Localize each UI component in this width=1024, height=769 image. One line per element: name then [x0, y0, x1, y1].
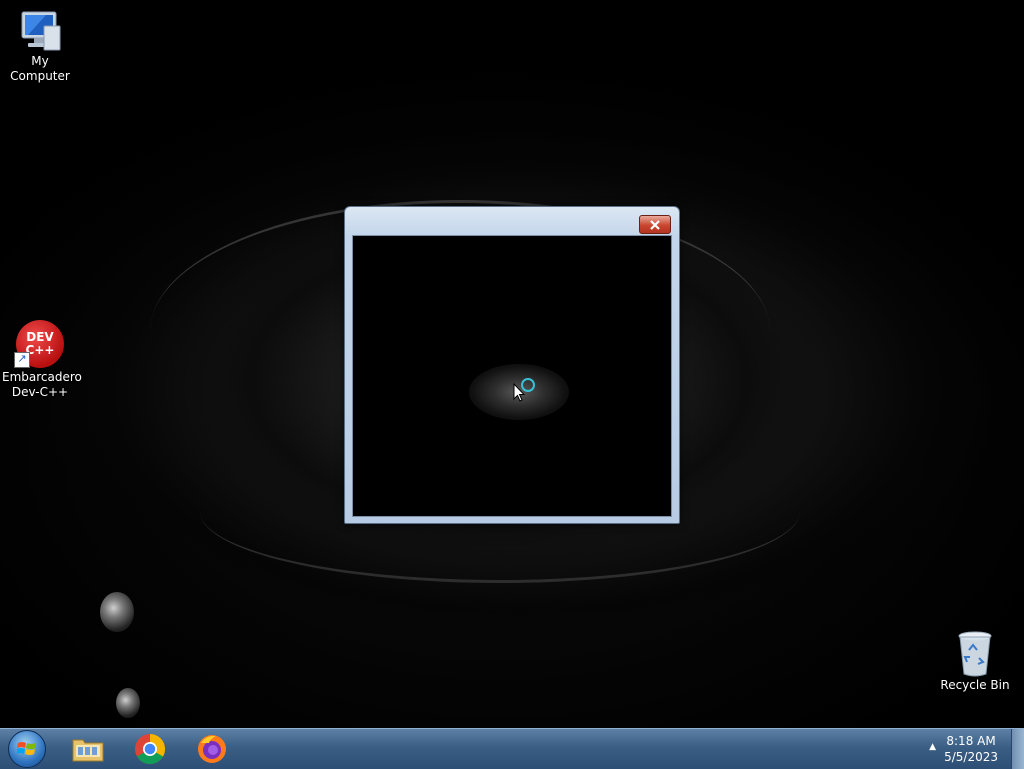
windows-start-icon: [8, 730, 46, 768]
taskbar-clock[interactable]: 8:18 AM 5/5/2023: [944, 733, 998, 765]
taskbar: ▲ 8:18 AM 5/5/2023: [0, 728, 1024, 769]
close-icon: [650, 219, 660, 230]
desktop-icon-devcpp[interactable]: DEV C++ ↗ Embarcadero Dev-C++: [0, 320, 82, 400]
taskbar-chrome[interactable]: [124, 731, 176, 767]
desktop-icon-recycle-bin[interactable]: Recycle Bin: [935, 630, 1015, 693]
desktop-icon-label: Embarcadero Dev-C++: [2, 370, 82, 399]
desktop-icon-my-computer[interactable]: My Computer: [0, 8, 80, 84]
taskbar-file-explorer[interactable]: [62, 731, 114, 767]
mouse-pointer-icon: [513, 383, 525, 402]
computer-icon: [21, 11, 61, 51]
folder-icon: [72, 739, 104, 762]
window-close-button[interactable]: [639, 215, 671, 234]
app-window[interactable]: [344, 206, 680, 524]
recycle-bin-icon: [958, 631, 992, 677]
firefox-icon: [198, 735, 226, 763]
devcpp-icon: DEV C++ ↗: [14, 320, 64, 368]
window-content: [352, 235, 672, 517]
show-desktop-button[interactable]: [1011, 729, 1024, 769]
shortcut-arrow-icon: ↗: [14, 352, 30, 368]
desktop-icon-label: My Computer: [10, 54, 70, 83]
clock-date: 5/5/2023: [944, 750, 998, 764]
desktop-icon-label: Recycle Bin: [940, 678, 1010, 692]
clock-time: 8:18 AM: [946, 734, 996, 748]
tray-expand-icon[interactable]: ▲: [929, 742, 936, 752]
desktop: My Computer DEV C++ ↗ Embarcadero Dev-C+…: [0, 0, 1024, 728]
start-button[interactable]: [2, 730, 52, 768]
chrome-icon: [135, 733, 166, 765]
wallpaper-tear: [100, 592, 134, 632]
taskbar-firefox[interactable]: [186, 731, 238, 767]
wallpaper-tear: [116, 688, 140, 718]
